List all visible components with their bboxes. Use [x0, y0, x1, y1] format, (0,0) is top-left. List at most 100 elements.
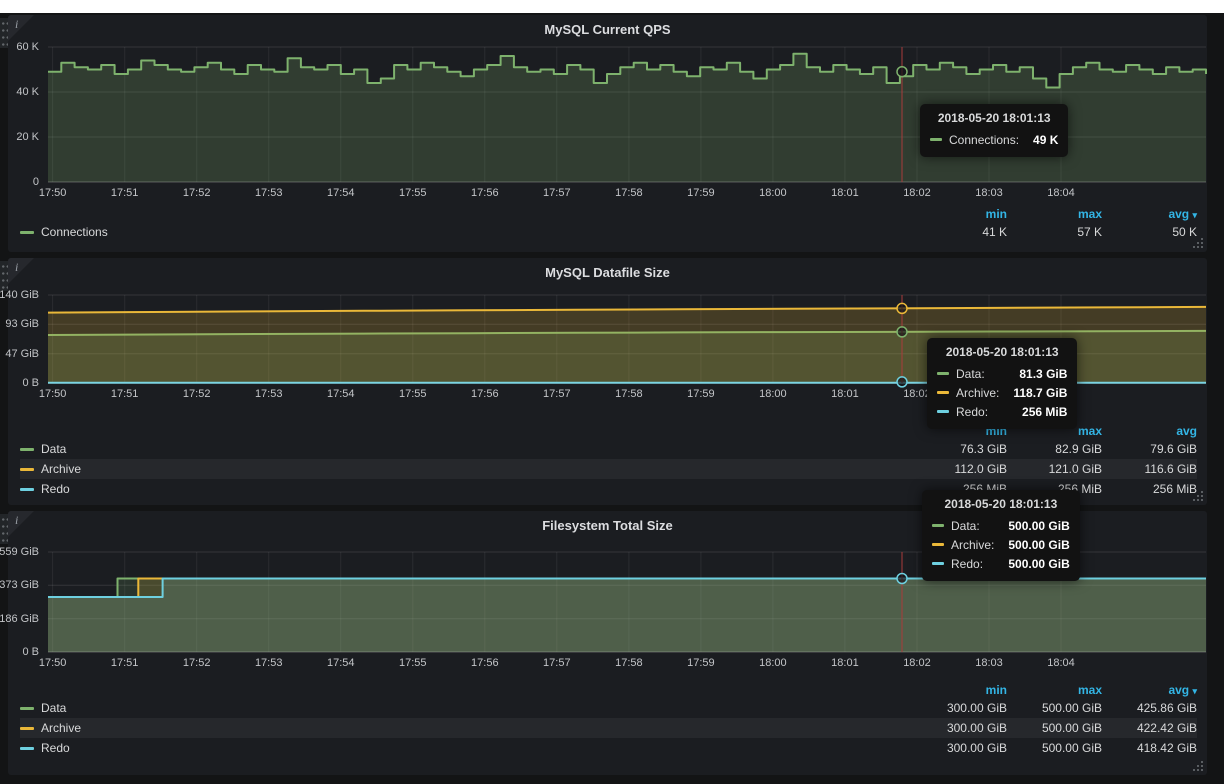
- series-dash-icon: [20, 707, 34, 710]
- legend-stat-header-avg[interactable]: avg ▾: [1102, 207, 1197, 221]
- series-dash-icon: [937, 391, 949, 394]
- y-axis-labels: 0 B186 GiB373 GiB559 GiB: [8, 552, 46, 652]
- legend-series-name[interactable]: Data: [41, 701, 66, 715]
- legend-stat-header-min[interactable]: min: [912, 207, 1007, 221]
- x-tick-label: 17:50: [29, 388, 77, 400]
- x-tick-label: 17:57: [533, 657, 581, 669]
- series-dash-icon: [20, 231, 34, 234]
- legend-stat-min: 300.00 GiB: [912, 721, 1007, 735]
- x-tick-label: 17:59: [677, 187, 725, 199]
- legend-row-connections: Connections41 K57 K50 K: [20, 222, 1197, 242]
- tooltip-row: Archive: 118.7 GiB: [937, 383, 1067, 402]
- series-dash-icon: [20, 488, 34, 491]
- x-tick-label: 17:58: [605, 657, 653, 669]
- tooltip-row: Data: 500.00 GiB: [932, 516, 1070, 535]
- x-tick-label: 18:00: [749, 388, 797, 400]
- legend-series-name[interactable]: Connections: [41, 225, 108, 239]
- legend-row-archive: Archive 300.00 GiB500.00 GiB422.42 GiB: [20, 718, 1197, 738]
- legend-row-data: Data 300.00 GiB500.00 GiB425.86 GiB: [20, 698, 1197, 718]
- series-dash-icon: [932, 562, 944, 565]
- x-tick-label: 18:01: [821, 388, 869, 400]
- legend-stat-avg: 256 MiB: [1102, 482, 1197, 496]
- legend-series-name[interactable]: Redo: [41, 741, 70, 755]
- resize-grip[interactable]: [1201, 499, 1203, 501]
- legend-stats-header: minmaxavg ▾: [20, 681, 1197, 698]
- panel-title[interactable]: MySQL Datafile Size: [8, 265, 1207, 280]
- legend-stat-avg: 425.86 GiB: [1102, 701, 1197, 715]
- legend-stat-header-min[interactable]: min: [912, 683, 1007, 697]
- x-tick-label: 17:51: [101, 657, 149, 669]
- tooltip-qps: 2018-05-20 18:01:13 Connections: 49 K: [920, 104, 1068, 157]
- series-dash-icon: [937, 410, 949, 413]
- legend-series-name[interactable]: Archive: [41, 721, 81, 735]
- x-tick-label: 18:04: [1037, 657, 1085, 669]
- legend-stat-avg: 50 K: [1102, 225, 1197, 239]
- x-axis-labels: 17:5017:5117:5217:5317:5417:5517:5617:57…: [48, 187, 1206, 201]
- panel-title[interactable]: MySQL Current QPS: [8, 22, 1207, 37]
- legend-stat-max: 500.00 GiB: [1007, 701, 1102, 715]
- series-dash-icon: [937, 372, 949, 375]
- x-tick-label: 18:04: [1037, 187, 1085, 199]
- resize-grip[interactable]: [1201, 246, 1203, 248]
- x-tick-label: 17:58: [605, 388, 653, 400]
- y-axis-labels: 0 B47 GiB93 GiB140 GiB: [8, 295, 46, 383]
- series-dash-icon: [20, 747, 34, 750]
- x-tick-label: 17:58: [605, 187, 653, 199]
- legend-row-archive: Archive112.0 GiB121.0 GiB116.6 GiB: [20, 459, 1197, 479]
- legend-stat-header-max[interactable]: max: [1007, 683, 1102, 697]
- x-tick-label: 17:52: [173, 187, 221, 199]
- legend-stat-min: 300.00 GiB: [912, 741, 1007, 755]
- legend-stat-min: 112.0 GiB: [912, 462, 1007, 476]
- tooltip-row: Connections: 49 K: [930, 130, 1058, 149]
- sort-caret-icon: ▾: [1192, 686, 1197, 696]
- x-tick-label: 18:03: [965, 187, 1013, 199]
- x-tick-label: 17:53: [245, 657, 293, 669]
- legend-series-name[interactable]: Data: [41, 442, 66, 456]
- legend-stat-header-max[interactable]: max: [1007, 207, 1102, 221]
- tooltip-row: Redo: 500.00 GiB: [932, 554, 1070, 573]
- x-tick-label: 17:50: [29, 657, 77, 669]
- legend-stat-max: 57 K: [1007, 225, 1102, 239]
- legend-stat-max: 500.00 GiB: [1007, 741, 1102, 755]
- legend-row-data: Data76.3 GiB82.9 GiB79.6 GiB: [20, 439, 1197, 459]
- series-dash-icon: [20, 727, 34, 730]
- x-tick-label: 17:56: [461, 388, 509, 400]
- y-tick-label: 140 GiB: [0, 289, 39, 301]
- legend-stat-header-avg[interactable]: avg ▾: [1102, 683, 1197, 697]
- x-tick-label: 17:51: [101, 388, 149, 400]
- legend-stat-header-avg[interactable]: avg: [1102, 424, 1197, 438]
- legend-series-name[interactable]: Archive: [41, 462, 81, 476]
- x-tick-label: 17:53: [245, 388, 293, 400]
- legend-stat-max: 121.0 GiB: [1007, 462, 1102, 476]
- x-tick-label: 18:01: [821, 657, 869, 669]
- x-tick-label: 17:50: [29, 187, 77, 199]
- y-axis-labels: 020 K40 K60 K: [8, 47, 46, 182]
- x-tick-label: 17:59: [677, 657, 725, 669]
- x-tick-label: 17:54: [317, 657, 365, 669]
- y-tick-label: 373 GiB: [0, 579, 39, 591]
- x-tick-label: 18:03: [965, 657, 1013, 669]
- x-tick-label: 18:00: [749, 657, 797, 669]
- legend-stat-avg: 79.6 GiB: [1102, 442, 1197, 456]
- legend-stat-min: 300.00 GiB: [912, 701, 1007, 715]
- x-tick-label: 18:00: [749, 187, 797, 199]
- tooltip-datafile: 2018-05-20 18:01:13 Data: 81.3 GiB Archi…: [927, 338, 1077, 429]
- tooltip-timestamp: 2018-05-20 18:01:13: [937, 345, 1067, 359]
- legend-stat-avg: 422.42 GiB: [1102, 721, 1197, 735]
- x-tick-label: 17:51: [101, 187, 149, 199]
- legend-series-name[interactable]: Redo: [41, 482, 70, 496]
- x-tick-label: 17:55: [389, 187, 437, 199]
- legend-stat-max: 500.00 GiB: [1007, 721, 1102, 735]
- x-tick-label: 17:56: [461, 657, 509, 669]
- resize-grip[interactable]: [1201, 769, 1203, 771]
- x-tick-label: 18:01: [821, 187, 869, 199]
- series-dash-icon: [930, 138, 942, 141]
- y-tick-label: 559 GiB: [0, 546, 39, 558]
- series-dash-icon: [932, 524, 944, 527]
- y-tick-label: 60 K: [0, 41, 39, 53]
- legend-row-redo: Redo300.00 GiB500.00 GiB418.42 GiB: [20, 738, 1197, 758]
- tooltip-row: Data: 81.3 GiB: [937, 364, 1067, 383]
- tooltip-filesystem: 2018-05-20 18:01:13 Data: 500.00 GiB Arc…: [922, 490, 1080, 581]
- sort-caret-icon: ▾: [1192, 210, 1197, 220]
- x-tick-label: 17:55: [389, 388, 437, 400]
